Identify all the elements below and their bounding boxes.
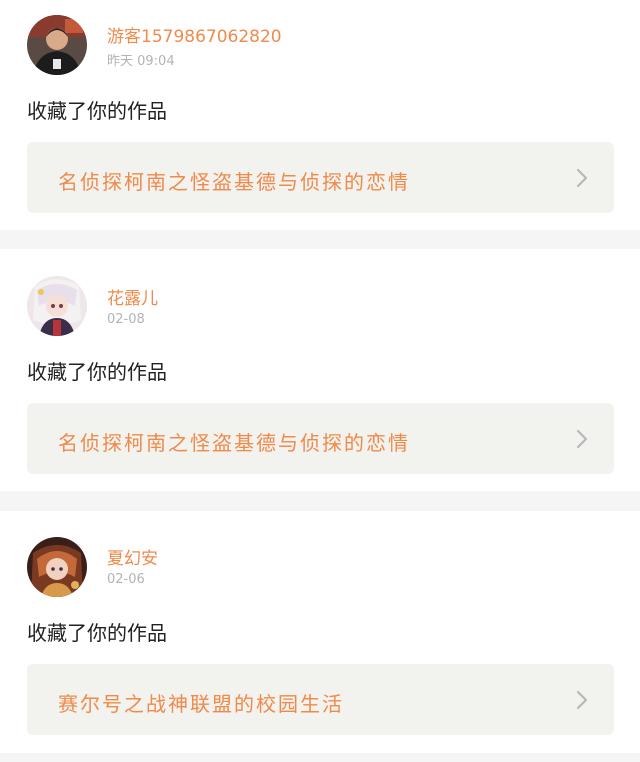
timestamp: 02-06 <box>107 572 145 587</box>
timestamp: 02-08 <box>107 312 145 327</box>
work-title: 名侦探柯南之怪盗基德与侦探的恋情 <box>58 170 410 194</box>
username[interactable]: 夏幻安 <box>107 544 158 569</box>
work-title: 名侦探柯南之怪盗基德与侦探的恋情 <box>58 431 410 455</box>
avatar[interactable] <box>27 537 87 597</box>
notification-feed: 游客1579867062820 昨天 09:04 收藏了你的作品 名侦探柯南之怪… <box>0 0 640 762</box>
avatar-image <box>27 276 87 336</box>
action-text: 收藏了你的作品 <box>27 621 167 645</box>
chevron-right-icon <box>576 429 588 449</box>
work-link[interactable]: 名侦探柯南之怪盗基德与侦探的恋情 <box>27 403 614 474</box>
avatar-image <box>27 15 87 75</box>
notification-card: 游客1579867062820 昨天 09:04 收藏了你的作品 名侦探柯南之怪… <box>0 0 640 230</box>
notification-card: 夏幻安 02-06 收藏了你的作品 赛尔号之战神联盟的校园生活 <box>0 511 640 753</box>
action-text: 收藏了你的作品 <box>27 99 167 123</box>
notification-card: 花露儿 02-08 收藏了你的作品 名侦探柯南之怪盗基德与侦探的恋情 <box>0 249 640 491</box>
avatar[interactable] <box>27 15 87 75</box>
timestamp: 昨天 09:04 <box>107 54 175 69</box>
avatar-image <box>27 537 87 597</box>
chevron-right-icon <box>576 168 588 188</box>
action-text: 收藏了你的作品 <box>27 360 167 384</box>
chevron-right-icon <box>576 690 588 710</box>
username[interactable]: 花露儿 <box>107 284 158 309</box>
work-link[interactable]: 赛尔号之战神联盟的校园生活 <box>27 664 614 735</box>
work-link[interactable]: 名侦探柯南之怪盗基德与侦探的恋情 <box>27 142 614 213</box>
username[interactable]: 游客1579867062820 <box>107 22 282 47</box>
avatar[interactable] <box>27 276 87 336</box>
work-title: 赛尔号之战神联盟的校园生活 <box>58 692 344 716</box>
